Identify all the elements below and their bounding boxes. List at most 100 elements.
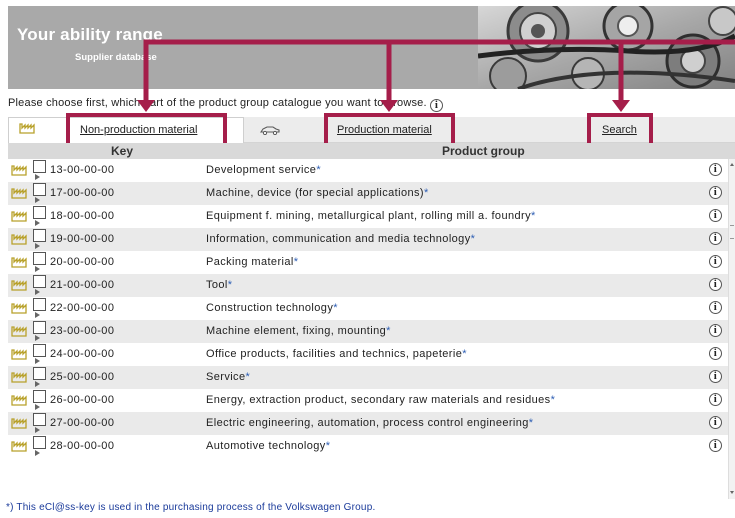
eclass-marker: * <box>423 187 429 199</box>
eclass-footnote: *) This eCl@ss-key is used in the purcha… <box>6 502 376 513</box>
row-product-group[interactable]: Equipment f. mining, metallurgical plant… <box>206 210 536 222</box>
row-checkbox[interactable] <box>33 252 46 265</box>
row-checkbox[interactable] <box>33 390 46 403</box>
table-row[interactable]: 18-00-00-00 Equipment f. mining, metallu… <box>8 205 728 228</box>
row-product-group[interactable]: Packing material* <box>206 256 298 268</box>
intro-instruction: Please choose first, which part of the p… <box>8 97 444 112</box>
info-icon[interactable]: i <box>709 232 722 245</box>
expand-arrow-icon[interactable] <box>35 404 40 410</box>
table-row[interactable]: 23-00-00-00 Machine element, fixing, mou… <box>8 320 728 343</box>
factory-icon <box>19 123 35 134</box>
row-group-label: Development service <box>206 164 317 176</box>
expand-arrow-icon[interactable] <box>35 335 40 341</box>
expand-arrow-icon[interactable] <box>35 197 40 203</box>
table-row[interactable]: 24-00-00-00 Office products, facilities … <box>8 343 728 366</box>
factory-icon <box>11 280 27 291</box>
expand-arrow-icon[interactable] <box>35 312 40 318</box>
factory-icon <box>11 257 27 268</box>
expand-arrow-icon[interactable] <box>35 450 40 456</box>
info-icon[interactable]: i <box>709 393 722 406</box>
row-product-group[interactable]: Machine element, fixing, mounting* <box>206 325 391 337</box>
expand-arrow-icon[interactable] <box>35 381 40 387</box>
info-icon[interactable]: i <box>709 416 722 429</box>
row-product-group[interactable]: Office products, facilities and technics… <box>206 348 467 360</box>
table-row[interactable]: 25-00-00-00 Service* i <box>8 366 728 389</box>
factory-icon <box>11 349 27 360</box>
eclass-marker: * <box>550 394 556 406</box>
highlight-non-production-tab <box>66 113 227 147</box>
row-checkbox[interactable] <box>33 298 46 311</box>
vertical-scrollbar[interactable] <box>728 159 735 499</box>
eclass-marker: * <box>386 325 391 337</box>
eclass-marker: * <box>245 371 251 383</box>
row-checkbox[interactable] <box>33 275 46 288</box>
row-checkbox[interactable] <box>33 160 46 173</box>
row-checkbox[interactable] <box>33 321 46 334</box>
row-group-label: Construction technology <box>206 302 334 314</box>
car-icon <box>260 126 280 135</box>
info-icon[interactable]: i <box>709 278 722 291</box>
table-row[interactable]: 28-00-00-00 Automotive technology* i <box>8 435 728 458</box>
scroll-down-arrow-icon[interactable] <box>730 491 734 494</box>
row-checkbox[interactable] <box>33 183 46 196</box>
row-product-group[interactable]: Energy, extraction product, secondary ra… <box>206 394 555 406</box>
info-icon[interactable]: i <box>709 186 722 199</box>
info-icon[interactable]: i <box>709 301 722 314</box>
factory-icon <box>11 441 27 452</box>
engine-parts-image <box>478 6 735 89</box>
row-product-group[interactable]: Automotive technology* <box>206 440 330 452</box>
row-group-label: Electric engineering, automation, proces… <box>206 417 529 429</box>
table-row[interactable]: 22-00-00-00 Construction technology* i <box>8 297 728 320</box>
table-row[interactable]: 26-00-00-00 Energy, extraction product, … <box>8 389 728 412</box>
banner-subtitle: Supplier database <box>75 52 157 63</box>
row-product-group[interactable]: Electric engineering, automation, proces… <box>206 417 533 429</box>
row-checkbox[interactable] <box>33 344 46 357</box>
row-product-group[interactable]: Development service* <box>206 164 321 176</box>
expand-arrow-icon[interactable] <box>35 174 40 180</box>
eclass-marker: * <box>470 233 476 245</box>
row-checkbox[interactable] <box>33 229 46 242</box>
info-icon[interactable]: i <box>709 439 722 452</box>
info-icon[interactable]: i <box>430 99 444 112</box>
expand-arrow-icon[interactable] <box>35 243 40 249</box>
table-row[interactable]: 27-00-00-00 Electric engineering, automa… <box>8 412 728 435</box>
factory-icon <box>11 372 27 383</box>
expand-arrow-icon[interactable] <box>35 220 40 226</box>
row-checkbox[interactable] <box>33 413 46 426</box>
info-icon[interactable]: i <box>709 370 722 383</box>
row-product-group[interactable]: Tool* <box>206 279 232 291</box>
row-product-group[interactable]: Construction technology* <box>206 302 338 314</box>
factory-icon <box>11 211 27 222</box>
row-key: 21-00-00-00 <box>50 279 115 291</box>
row-product-group[interactable]: Information, communication and media tec… <box>206 233 475 245</box>
row-product-group[interactable]: Service* <box>206 371 250 383</box>
info-icon[interactable]: i <box>709 347 722 360</box>
table-row[interactable]: 13-00-00-00 Development service* i <box>8 159 728 182</box>
row-key: 26-00-00-00 <box>50 394 115 406</box>
row-checkbox[interactable] <box>33 206 46 219</box>
table-row[interactable]: 17-00-00-00 Machine, device (for special… <box>8 182 728 205</box>
info-icon[interactable]: i <box>709 324 722 337</box>
scroll-up-arrow-icon[interactable] <box>730 163 734 166</box>
row-checkbox[interactable] <box>33 367 46 380</box>
eclass-marker: * <box>530 210 536 222</box>
row-key: 25-00-00-00 <box>50 371 115 383</box>
row-key: 23-00-00-00 <box>50 325 115 337</box>
expand-arrow-icon[interactable] <box>35 266 40 272</box>
scroll-thumb[interactable] <box>730 225 734 239</box>
expand-arrow-icon[interactable] <box>35 289 40 295</box>
expand-arrow-icon[interactable] <box>35 427 40 433</box>
banner-title: Your ability range <box>17 25 163 44</box>
info-icon[interactable]: i <box>709 163 722 176</box>
row-checkbox[interactable] <box>33 436 46 449</box>
row-key: 22-00-00-00 <box>50 302 115 314</box>
row-product-group[interactable]: Machine, device (for special application… <box>206 187 429 199</box>
info-icon[interactable]: i <box>709 209 722 222</box>
table-row[interactable]: 20-00-00-00 Packing material* i <box>8 251 728 274</box>
table-row[interactable]: 19-00-00-00 Information, communication a… <box>8 228 728 251</box>
row-key: 27-00-00-00 <box>50 417 115 429</box>
expand-arrow-icon[interactable] <box>35 358 40 364</box>
table-row[interactable]: 21-00-00-00 Tool* i <box>8 274 728 297</box>
row-key: 13-00-00-00 <box>50 164 115 176</box>
info-icon[interactable]: i <box>709 255 722 268</box>
